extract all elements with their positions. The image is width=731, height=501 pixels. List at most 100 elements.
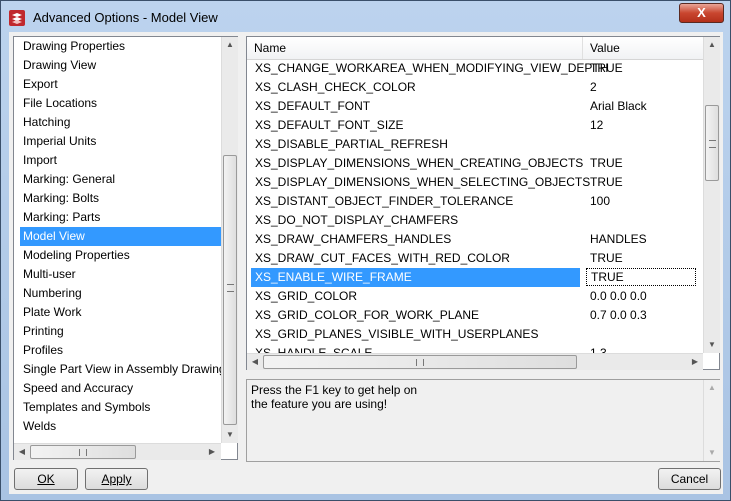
category-item[interactable]: Imperial Units	[14, 132, 221, 151]
column-header-value[interactable]: Value	[583, 37, 700, 59]
help-box: Press the F1 key to get help on the feat…	[246, 379, 720, 462]
setting-name: XS_DISPLAY_DIMENSIONS_WHEN_CREATING_OBJE…	[255, 156, 584, 170]
setting-value[interactable]: TRUE	[590, 249, 623, 268]
table-row[interactable]: XS_HANDLE_SCALE 1.3	[247, 344, 703, 353]
category-item[interactable]: Export	[14, 75, 221, 94]
category-item[interactable]: Templates and Symbols	[14, 398, 221, 417]
table-row[interactable]: XS_ENABLE_WIRE_FRAME TRUE	[247, 268, 703, 287]
category-item[interactable]: File Locations	[14, 94, 221, 113]
apply-button[interactable]: Apply	[85, 468, 148, 490]
setting-name: XS_DISABLE_PARTIAL_REFRESH	[255, 137, 448, 151]
setting-value[interactable]: 0.0 0.0 0.0	[590, 287, 647, 306]
category-item[interactable]: Single Part View in Assembly Drawing	[14, 360, 221, 379]
table-vscrollbar[interactable]: ▲ ▼	[703, 37, 720, 353]
arrow-left-icon[interactable]: ◀	[14, 444, 30, 460]
arrow-up-icon[interactable]: ▲	[222, 37, 238, 53]
ok-button-label: OK	[37, 472, 55, 486]
category-item[interactable]: Marking: Parts	[14, 208, 221, 227]
category-item[interactable]: Drawing View	[14, 56, 221, 75]
title-bar[interactable]: Advanced Options - Model View X	[1, 1, 730, 33]
table-hscroll-thumb[interactable]	[263, 355, 577, 369]
category-item[interactable]: Profiles	[14, 341, 221, 360]
column-header-name[interactable]: Name	[247, 37, 583, 59]
category-item[interactable]: Marking: General	[14, 170, 221, 189]
table-row[interactable]: XS_DISABLE_PARTIAL_REFRESH	[247, 135, 703, 154]
setting-value[interactable]: TRUE	[590, 59, 623, 78]
setting-value[interactable]: 0.7 0.0 0.3	[590, 306, 647, 325]
category-list-vscrollbar[interactable]: ▲ ▼	[221, 37, 238, 443]
ok-button[interactable]: OK	[14, 468, 78, 490]
help-text: Press the F1 key to get help on the feat…	[251, 383, 418, 411]
arrow-down-icon[interactable]: ▼	[222, 427, 238, 443]
setting-name: XS_DRAW_CHAMFERS_HANDLES	[255, 232, 452, 246]
arrow-right-icon[interactable]: ▶	[687, 354, 703, 370]
apply-button-label: Apply	[101, 472, 132, 486]
arrow-down-icon[interactable]: ▼	[704, 445, 720, 461]
table-row[interactable]: XS_DEFAULT_FONT Arial Black	[247, 97, 703, 116]
setting-value[interactable]: TRUE	[590, 173, 623, 192]
setting-name: XS_DISPLAY_DIMENSIONS_WHEN_SELECTING_OBJ…	[255, 175, 591, 189]
setting-value[interactable]: TRUE	[586, 268, 696, 286]
category-item[interactable]: Hatching	[14, 113, 221, 132]
category-item[interactable]: Welds	[14, 417, 221, 436]
category-item[interactable]: Drawing Properties	[14, 37, 221, 56]
category-item[interactable]: Marking: Bolts	[14, 189, 221, 208]
category-list-hscroll-thumb[interactable]	[30, 445, 136, 459]
table-row[interactable]: XS_CLASH_CHECK_COLOR 2	[247, 78, 703, 97]
grip-icon	[416, 359, 424, 366]
table-row[interactable]: XS_DRAW_CHAMFERS_HANDLES HANDLES	[247, 230, 703, 249]
grip-icon	[227, 284, 234, 292]
table-row[interactable]: XS_GRID_COLOR_FOR_WORK_PLANE 0.7 0.0 0.3	[247, 306, 703, 325]
setting-name: XS_GRID_COLOR_FOR_WORK_PLANE	[255, 308, 480, 322]
table-row[interactable]: XS_GRID_PLANES_VISIBLE_WITH_USERPLANES	[247, 325, 703, 344]
arrow-up-icon[interactable]: ▲	[704, 380, 720, 396]
category-item[interactable]: Modeling Properties	[14, 246, 221, 265]
setting-name: XS_DISTANT_OBJECT_FINDER_TOLERANCE	[255, 194, 514, 208]
table-row[interactable]: XS_DISPLAY_DIMENSIONS_WHEN_SELECTING_OBJ…	[247, 173, 703, 192]
arrow-down-icon[interactable]: ▼	[704, 337, 720, 353]
table-row[interactable]: XS_DRAW_CUT_FACES_WITH_RED_COLOR TRUE	[247, 249, 703, 268]
table-hscrollbar[interactable]: ◀ ▶	[247, 353, 703, 370]
settings-table[interactable]: Name Value XS_CHANGE_WORKAREA_WHEN_MODIF…	[246, 36, 720, 370]
table-row[interactable]: XS_CHANGE_WORKAREA_WHEN_MODIFYING_VIEW_D…	[247, 59, 703, 78]
category-item[interactable]: Printing	[14, 322, 221, 341]
category-list-items: Drawing Properties Drawing View Export File…	[14, 37, 221, 443]
setting-value[interactable]: 100	[590, 192, 610, 211]
setting-value[interactable]: 1.3	[590, 344, 607, 353]
arrow-up-icon[interactable]: ▲	[704, 37, 720, 53]
table-row[interactable]: XS_GRID_COLOR 0.0 0.0 0.0	[247, 287, 703, 306]
setting-name: XS_DO_NOT_DISPLAY_CHAMFERS	[255, 213, 459, 227]
setting-value[interactable]: HANDLES	[590, 230, 647, 249]
dialog-body: Drawing Properties Drawing View Export File…	[9, 32, 723, 494]
category-list-vscroll-thumb[interactable]	[223, 155, 237, 425]
cancel-button[interactable]: Cancel	[658, 468, 721, 490]
table-vscroll-thumb[interactable]	[705, 105, 719, 181]
setting-value[interactable]: 2	[590, 78, 597, 97]
table-row[interactable]: XS_DISTANT_OBJECT_FINDER_TOLERANCE 100	[247, 192, 703, 211]
app-icon	[9, 10, 25, 26]
setting-name: XS_ENABLE_WIRE_FRAME	[251, 268, 580, 287]
setting-name: XS_CLASH_CHECK_COLOR	[255, 80, 416, 94]
close-button[interactable]: X	[679, 3, 724, 23]
table-row[interactable]: XS_DEFAULT_FONT_SIZE 12	[247, 116, 703, 135]
category-item[interactable]: Multi-user	[14, 265, 221, 284]
category-item[interactable]: Speed and Accuracy	[14, 379, 221, 398]
setting-value[interactable]: Arial Black	[590, 97, 647, 116]
arrow-right-icon[interactable]: ▶	[204, 444, 220, 460]
category-item[interactable]: Import	[14, 151, 221, 170]
arrow-left-icon[interactable]: ◀	[247, 354, 263, 370]
cancel-button-label: Cancel	[670, 472, 709, 486]
setting-value[interactable]: TRUE	[590, 154, 623, 173]
table-row[interactable]: XS_DO_NOT_DISPLAY_CHAMFERS	[247, 211, 703, 230]
grip-icon	[709, 140, 716, 148]
category-item[interactable]: Model View	[20, 227, 221, 246]
table-row[interactable]: XS_DISPLAY_DIMENSIONS_WHEN_CREATING_OBJE…	[247, 154, 703, 173]
category-item[interactable]: Plate Work	[14, 303, 221, 322]
category-list[interactable]: Drawing Properties Drawing View Export File…	[13, 36, 238, 460]
setting-value[interactable]: 12	[590, 116, 603, 135]
window-title: Advanced Options - Model View	[33, 10, 218, 25]
help-vscrollbar[interactable]: ▲ ▼	[703, 380, 720, 461]
table-header: Name Value	[247, 37, 703, 60]
category-item[interactable]: Numbering	[14, 284, 221, 303]
category-list-hscrollbar[interactable]: ◀ ▶	[14, 443, 221, 460]
